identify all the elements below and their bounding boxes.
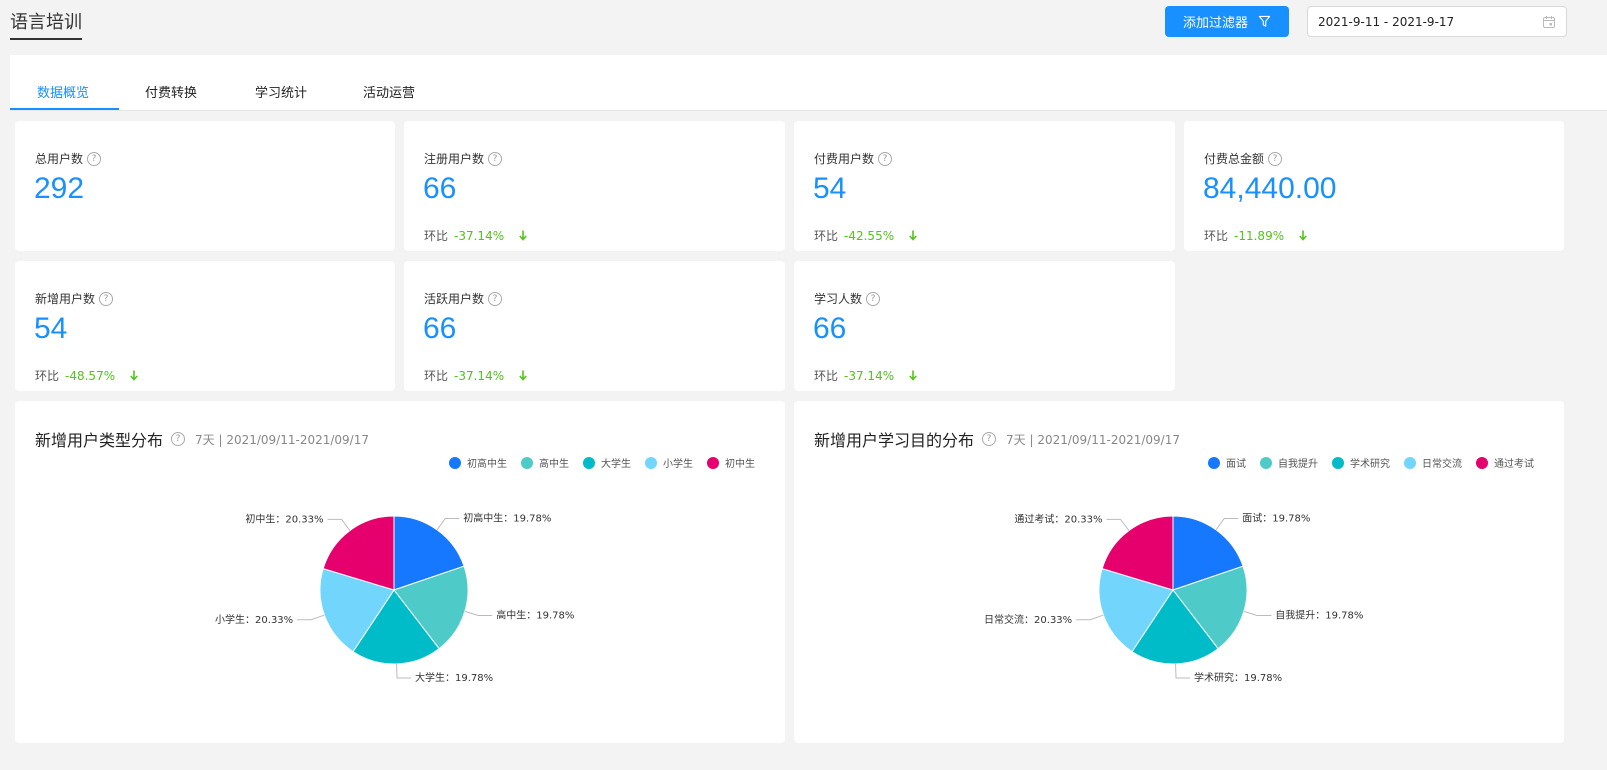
kpi-card-active-users: 活跃用户数 ? 66 环比 -37.14%	[404, 261, 785, 391]
kpi-label: 总用户数	[35, 152, 84, 166]
leader-line	[327, 518, 351, 531]
pie-chart: 初高中生：19.78% 高中生：19.78% 大学生：19.78% 小学生：20.33…	[215, 511, 574, 684]
page-title: 语言培训	[10, 8, 82, 40]
kpi-change: 环比 -11.89%	[1204, 227, 1308, 244]
help-icon[interactable]: ?	[878, 151, 893, 166]
kpi-change: 环比 -37.14%	[424, 227, 528, 244]
slice-label: 初高中生：19.78%	[463, 511, 551, 524]
help-icon[interactable]: ?	[87, 151, 102, 166]
leader-line	[464, 610, 493, 616]
help-icon[interactable]: ?	[866, 291, 881, 306]
leader-line	[1215, 517, 1239, 531]
leader-line	[1106, 518, 1130, 531]
change-percent: -11.89%	[1234, 228, 1285, 243]
change-label: 环比	[424, 229, 449, 243]
change-label: 环比	[814, 229, 839, 243]
arrow-down-icon	[909, 230, 917, 241]
change-label: 环比	[424, 369, 449, 383]
arrow-down-icon	[1299, 230, 1307, 241]
kpi-card-new-users: 新增用户数 ? 54 环比 -48.57%	[15, 261, 395, 391]
change-percent: -37.14%	[454, 228, 505, 243]
tab-paid-conversion[interactable]: 付费转换	[145, 82, 197, 101]
kpi-card-learners: 学习人数 ? 66 环比 -37.14%	[794, 261, 1175, 391]
kpi-value: 54	[34, 312, 68, 345]
tab-bar: 数据概览 付费转换 学习统计 活动运营	[10, 55, 1607, 111]
kpi-change: 环比 -42.55%	[814, 227, 918, 244]
leader-line	[1175, 663, 1191, 679]
funnel-icon	[1258, 15, 1271, 27]
kpi-value: 84,440.00	[1203, 172, 1337, 205]
calendar-icon[interactable]	[1542, 15, 1556, 29]
tab-learning-stats[interactable]: 学习统计	[255, 82, 307, 101]
help-icon[interactable]: ?	[488, 151, 503, 166]
change-percent: -37.14%	[844, 368, 895, 383]
kpi-label: 注册用户数	[424, 152, 485, 166]
change-label: 环比	[35, 369, 60, 383]
help-icon[interactable]: ?	[488, 291, 503, 306]
help-icon[interactable]: ?	[1268, 151, 1283, 166]
kpi-change: 环比 -37.14%	[814, 367, 918, 384]
kpi-value: 54	[813, 172, 847, 205]
kpi-value: 66	[813, 312, 847, 345]
kpi-change: 环比 -48.57%	[35, 367, 139, 384]
date-range-picker[interactable]: 2021-9-11 - 2021-9-17	[1307, 6, 1567, 37]
chart-card-user-type: 新增用户类型分布 ? 7天 | 2021/09/11-2021/09/17 初高…	[15, 401, 785, 743]
kpi-card-total-users: 总用户数 ? 292	[15, 121, 395, 251]
kpi-card-registered-users: 注册用户数 ? 66 环比 -37.14%	[404, 121, 785, 251]
kpi-label: 学习人数	[814, 292, 863, 306]
slice-label: 高中生：19.78%	[496, 608, 574, 621]
kpi-value: 66	[423, 172, 457, 205]
add-filter-button[interactable]: 添加过滤器	[1165, 6, 1289, 37]
slice-label: 自我提升：19.78%	[1275, 608, 1363, 621]
kpi-value: 66	[423, 312, 457, 345]
tab-activity-operations[interactable]: 活动运营	[363, 82, 415, 101]
slice-label: 初中生：20.33%	[245, 512, 323, 525]
arrow-down-icon	[909, 370, 917, 381]
change-percent: -37.14%	[454, 368, 505, 383]
arrow-down-icon	[519, 370, 527, 381]
tab-data-overview[interactable]: 数据概览	[37, 82, 89, 101]
add-filter-label: 添加过滤器	[1182, 16, 1248, 31]
help-icon[interactable]: ?	[99, 291, 114, 306]
kpi-card-total-payment: 付费总金额 ? 84,440.00 环比 -11.89%	[1184, 121, 1564, 251]
change-percent: -42.55%	[844, 228, 895, 243]
change-percent: -48.57%	[65, 368, 116, 383]
slice-label: 日常交流：20.33%	[984, 613, 1072, 626]
chart-card-learning-purpose: 新增用户学习目的分布 ? 7天 | 2021/09/11-2021/09/17 …	[794, 401, 1564, 743]
kpi-value: 292	[34, 172, 85, 205]
kpi-label: 付费用户数	[814, 152, 875, 166]
active-tab-indicator	[10, 108, 119, 110]
leader-line	[1243, 610, 1272, 616]
leader-line	[436, 517, 460, 531]
change-label: 环比	[1204, 229, 1229, 243]
slice-label: 小学生：20.33%	[215, 613, 293, 626]
kpi-label: 新增用户数	[35, 292, 96, 306]
slice-label: 通过考试：20.33%	[1014, 512, 1102, 525]
arrow-down-icon	[519, 230, 527, 241]
slice-label: 面试：19.78%	[1242, 511, 1310, 524]
kpi-label: 活跃用户数	[424, 292, 485, 306]
pie-chart: 面试：19.78% 自我提升：19.78% 学术研究：19.78% 日常交流：20.3…	[984, 511, 1363, 684]
date-range-value: 2021-9-11 - 2021-9-17	[1318, 14, 1455, 29]
slice-label: 大学生：19.78%	[415, 671, 493, 684]
leader-line	[396, 663, 412, 679]
kpi-change: 环比 -37.14%	[424, 367, 528, 384]
change-label: 环比	[814, 369, 839, 383]
arrow-down-icon	[130, 370, 138, 381]
kpi-label: 付费总金额	[1204, 152, 1265, 166]
slice-label: 学术研究：19.78%	[1194, 671, 1282, 684]
leader-line	[297, 614, 325, 621]
kpi-card-paid-users: 付费用户数 ? 54 环比 -42.55%	[794, 121, 1175, 251]
leader-line	[1076, 614, 1104, 621]
